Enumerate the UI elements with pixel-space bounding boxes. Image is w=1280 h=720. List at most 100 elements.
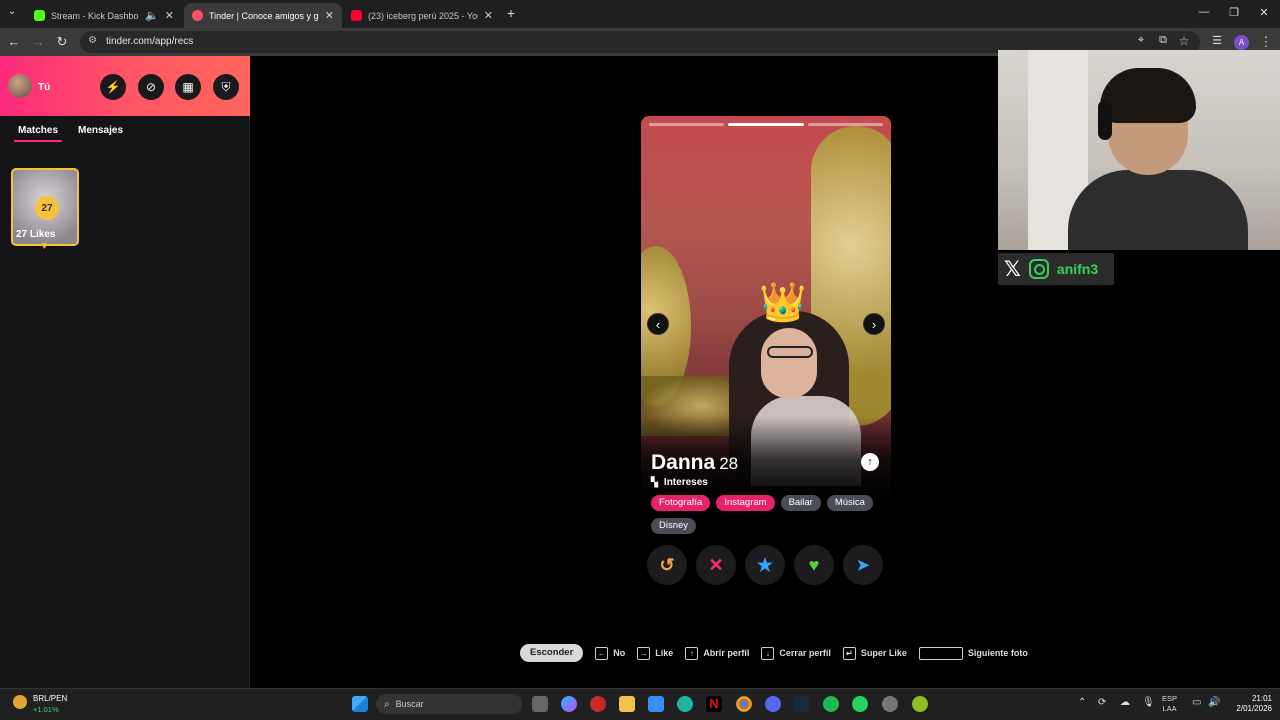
copilot-icon[interactable] <box>561 696 577 712</box>
boost-lightning-icon[interactable]: ⚡ <box>100 74 126 100</box>
likes-count-badge: 27 <box>35 196 59 220</box>
system-clock[interactable]: 21:01 2/01/2026 <box>1226 694 1272 714</box>
likes-you-card[interactable]: 27 27 Likes ♥ <box>11 168 79 252</box>
shortcut-item: → Like <box>637 646 673 660</box>
send-arrow-icon: ➤ <box>856 557 870 574</box>
social-handle-overlay: 𝕏 anifn3 <box>998 253 1114 285</box>
work-briefcase-icon[interactable]: ▦ <box>175 74 201 100</box>
bookmark-star-icon[interactable]: ☆ <box>1176 34 1192 48</box>
tab-messages[interactable]: Mensajes <box>78 125 123 136</box>
tab-search-chevron-icon[interactable]: ⌄ <box>4 6 20 17</box>
currency-widget-icon[interactable] <box>13 695 27 709</box>
tab-youtube[interactable]: (23) iceberg perú 2025 - YouTube ✕ <box>343 3 501 28</box>
tab-tinder[interactable]: Tinder | Conoce amigos y gente ✕ <box>184 3 342 28</box>
headset-icon <box>1098 100 1112 140</box>
tab-kick-dashboard[interactable]: Stream - Kick Dashboard 🔈 ✕ <box>26 3 182 28</box>
whatsapp-icon[interactable] <box>852 696 868 712</box>
reload-icon[interactable]: ↻ <box>54 34 70 50</box>
netflix-icon[interactable]: N <box>706 696 722 712</box>
photo-glasses <box>767 346 813 358</box>
user-avatar[interactable] <box>8 74 32 98</box>
restore-icon[interactable]: ❐ <box>1226 6 1242 19</box>
interest-chip: Música <box>826 495 873 511</box>
tab-title: (23) iceberg perú 2025 - YouTube <box>368 10 478 21</box>
app-icon[interactable] <box>590 696 606 712</box>
key-icon: ↓ <box>761 646 775 660</box>
location-icon[interactable]: ⌖ <box>1133 34 1149 47</box>
microphone-icon[interactable]: 🎙 <box>1142 697 1155 708</box>
x-logo-icon: 𝕏 <box>1004 257 1021 281</box>
currency-pair[interactable]: BRL/PEN <box>33 694 67 703</box>
interests-heading: ▚ Intereses <box>651 477 708 488</box>
tray-chevron-icon[interactable]: ⌃ <box>1078 697 1086 708</box>
photo-progress-segment[interactable] <box>728 123 804 126</box>
profile-name: Danna 28 <box>651 451 738 475</box>
close-window-icon[interactable]: ✕ <box>1256 6 1272 19</box>
volume-icon[interactable]: 🔊 <box>1208 697 1220 708</box>
currency-change: +1.01% <box>33 705 59 714</box>
store-icon[interactable] <box>648 696 664 712</box>
steam-icon[interactable] <box>794 696 810 712</box>
app-icon[interactable] <box>912 696 928 712</box>
next-photo-icon[interactable]: › <box>863 313 885 335</box>
windows-start-icon[interactable] <box>352 696 368 712</box>
like-button[interactable]: ♥ <box>794 545 834 585</box>
minimize-icon[interactable]: — <box>1196 6 1212 18</box>
speaker-icon[interactable]: 🔈 <box>145 9 159 22</box>
superlike-button[interactable]: ★ <box>745 545 785 585</box>
site-info-icon[interactable]: ⚙ <box>88 35 97 46</box>
taskbar-search[interactable]: ⌕ Buscar <box>376 694 522 714</box>
kick-favicon-icon <box>34 10 45 21</box>
key-icon: ↵ <box>842 646 856 660</box>
tab-matches[interactable]: Matches <box>18 125 58 136</box>
close-tab-icon[interactable]: ✕ <box>484 9 493 22</box>
task-view-icon[interactable] <box>532 696 548 712</box>
close-tab-icon[interactable]: ✕ <box>325 9 334 22</box>
forward-icon[interactable]: → <box>30 34 46 49</box>
sync-icon[interactable]: ⟳ <box>1098 697 1106 708</box>
sidebar-header: Tú ⚡ ⊘ ▦ ⛨ <box>0 56 250 116</box>
shortcut-item: ← No <box>595 646 626 660</box>
tinder-favicon-icon <box>192 10 203 21</box>
close-tab-icon[interactable]: ✕ <box>165 9 174 22</box>
network-icon[interactable]: ▭ <box>1192 697 1201 708</box>
open-in-app-icon[interactable]: ⧉ <box>1155 34 1171 47</box>
crown-sticker-icon: 👑 <box>759 282 807 324</box>
profile-card[interactable]: 👑 ‹ › Danna 28 ↑ ▚ Intereses Fotografía In… <box>641 116 891 563</box>
photo-person-face <box>761 328 817 398</box>
spotify-icon[interactable] <box>823 696 839 712</box>
explore-compass-icon[interactable]: ⊘ <box>138 74 164 100</box>
chrome-icon[interactable] <box>736 696 752 712</box>
shortcut-item: ↓ Cerrar perfil <box>761 646 831 660</box>
likes-label: 27 Likes <box>16 229 56 240</box>
profile-avatar[interactable]: A <box>1234 35 1249 50</box>
star-icon: ★ <box>756 554 774 575</box>
interest-chip: Bailar <box>780 495 821 511</box>
shortcut-item: ↑ Abrir perfil <box>685 646 750 660</box>
hide-shortcuts-button[interactable]: Esconder <box>520 644 584 662</box>
previous-photo-icon[interactable]: ‹ <box>647 313 669 335</box>
new-tab-icon[interactable]: + <box>503 5 519 21</box>
shortcut-label: Abrir perfil <box>703 648 750 658</box>
discord-icon[interactable] <box>765 696 781 712</box>
cloud-icon[interactable]: ☁ <box>1120 697 1130 708</box>
tab-title: Tinder | Conoce amigos y gente <box>209 10 319 21</box>
youtube-favicon-icon <box>351 10 362 21</box>
windows-taskbar <box>0 688 1280 720</box>
rewind-button[interactable]: ↺ <box>647 545 687 585</box>
photo-progress-segment[interactable] <box>807 123 883 126</box>
photo-progress-segment[interactable] <box>649 123 725 126</box>
reading-list-icon[interactable]: ☰ <box>1209 34 1225 47</box>
nope-button[interactable]: ✕ <box>696 545 736 585</box>
language-indicator[interactable]: ESP LAA <box>1162 694 1177 714</box>
file-explorer-icon[interactable] <box>619 696 635 712</box>
back-icon[interactable]: ← <box>6 34 22 49</box>
shortcut-label: No <box>613 648 626 658</box>
settings-gear-icon[interactable] <box>882 696 898 712</box>
open-profile-arrow-icon[interactable]: ↑ <box>861 453 879 471</box>
edge-icon[interactable] <box>677 696 693 712</box>
user-label[interactable]: Tú <box>38 82 50 93</box>
menu-kebab-icon[interactable]: ⋮ <box>1258 34 1274 50</box>
safety-shield-icon[interactable]: ⛨ <box>213 74 239 100</box>
boost-button[interactable]: ➤ <box>843 545 883 585</box>
